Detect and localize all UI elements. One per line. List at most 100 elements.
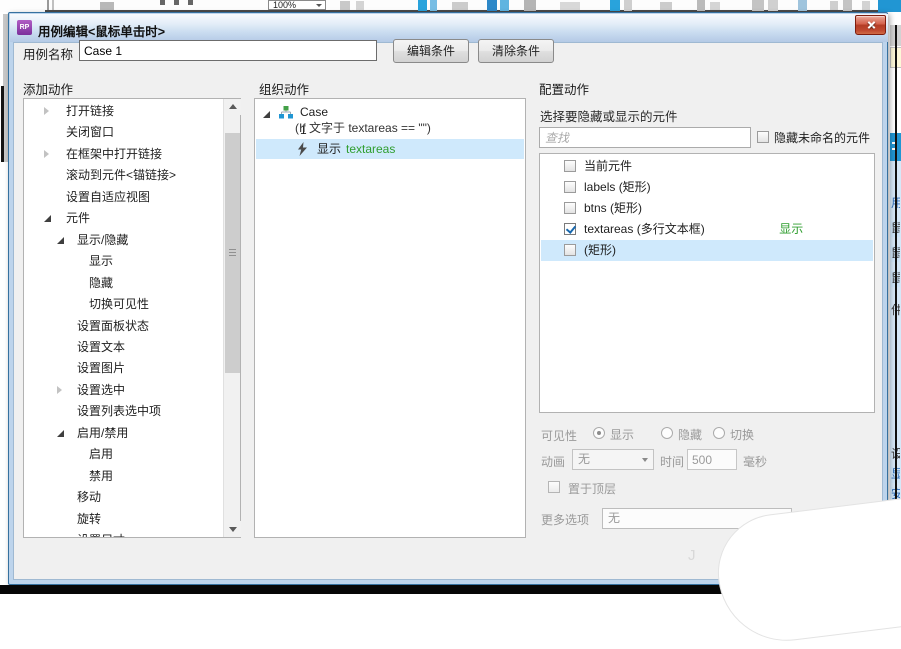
expand-arrow-icon[interactable]: [57, 386, 62, 394]
edit-condition-button[interactable]: 编辑条件: [393, 39, 469, 63]
scroll-up-button[interactable]: [224, 99, 241, 115]
tree-item[interactable]: 关闭窗口: [24, 122, 223, 143]
visibility-option-label: 隐藏: [678, 426, 702, 443]
zoom-level-dropdown: 100%: [268, 0, 326, 10]
tree-item[interactable]: 设置面板状态: [24, 316, 223, 337]
widget-row[interactable]: (矩形): [541, 240, 873, 261]
case-name-input[interactable]: [79, 40, 377, 61]
toolbar-icon-fragment: [610, 0, 620, 11]
widget-row[interactable]: btns (矩形): [541, 198, 873, 219]
tree-item-label: 隐藏: [89, 273, 113, 294]
animation-label: 动画: [541, 453, 565, 470]
collapse-arrow-icon[interactable]: [57, 430, 64, 437]
bring-to-front-checkbox[interactable]: [548, 481, 560, 493]
tree-item[interactable]: 显示: [24, 251, 223, 272]
toolbar-icon-fragment: [878, 0, 901, 12]
expand-arrow-icon[interactable]: [44, 150, 49, 158]
tree-item[interactable]: 设置选中: [24, 380, 223, 401]
tree-item-label: 显示: [89, 251, 113, 272]
axure-rp-icon: RP: [17, 20, 32, 35]
tree-item[interactable]: 在框架中打开链接: [24, 144, 223, 165]
tree-item-label: 禁用: [89, 466, 113, 487]
widget-checkbox-checked[interactable]: [564, 223, 576, 235]
configure-actions-header: 配置动作: [539, 79, 589, 98]
hide-unnamed-checkbox[interactable]: [757, 131, 769, 143]
tree-item[interactable]: 设置文本: [24, 337, 223, 358]
background-toolbar: 100%: [0, 0, 901, 12]
tree-item[interactable]: 设置图片: [24, 358, 223, 379]
visibility-radio-3[interactable]: [713, 427, 725, 439]
toolbar-icon-fragment: [452, 2, 468, 10]
time-input[interactable]: [687, 449, 737, 470]
widget-checkbox[interactable]: [564, 202, 576, 214]
toolbar-icon-fragment: [356, 1, 364, 10]
toolbar-icon-fragment: [752, 0, 764, 11]
search-input[interactable]: [539, 127, 751, 148]
tree-item[interactable]: 启用/禁用: [24, 423, 223, 444]
clear-condition-button[interactable]: 清除条件: [478, 39, 554, 63]
tree-item[interactable]: 移动: [24, 487, 223, 508]
visibility-radio-2[interactable]: [661, 427, 673, 439]
widget-label: labels (矩形): [584, 177, 651, 198]
widget-list: 当前元件labels (矩形)btns (矩形)textareas (多行文本框…: [539, 153, 875, 413]
chevron-down-icon: [316, 4, 322, 7]
collapse-arrow-icon[interactable]: [57, 237, 64, 244]
expand-arrow-icon[interactable]: [263, 111, 270, 118]
tree-item-label: 设置列表选中项: [77, 401, 161, 422]
time-unit-label: 毫秒: [743, 453, 767, 470]
tree-item[interactable]: 设置自适应视图: [24, 187, 223, 208]
toolbar-icon-fragment: [768, 0, 778, 11]
toolbar-icon-fragment: [798, 0, 807, 11]
widget-row[interactable]: textareas (多行文本框)显示: [541, 219, 873, 240]
visibility-option-label: 显示: [610, 426, 634, 443]
tree-item-label: 移动: [77, 487, 101, 508]
tree-item[interactable]: 设置尺寸: [24, 530, 223, 537]
toolbar-icon-fragment: [862, 1, 870, 10]
toolbar-icon-fragment: [830, 1, 838, 10]
selected-action-row[interactable]: 显示 textareas: [256, 139, 524, 159]
tree-scrollbar[interactable]: [223, 99, 240, 537]
tree-item[interactable]: 启用: [24, 444, 223, 465]
toolbar-icon-fragment: [340, 1, 350, 10]
action-target: textareas: [346, 139, 395, 159]
widget-checkbox[interactable]: [564, 244, 576, 256]
bring-to-front-label: 置于顶层: [568, 480, 616, 497]
widget-checkbox[interactable]: [564, 160, 576, 172]
expand-arrow-icon[interactable]: [44, 107, 49, 115]
case-name-label: 用例名称: [23, 44, 73, 66]
dialog-titlebar[interactable]: RP 用例编辑<鼠标单击时>: [10, 14, 888, 42]
toolbar-icon-fragment: [524, 0, 536, 11]
visibility-radio-1[interactable]: [593, 427, 605, 439]
widget-row[interactable]: 当前元件: [541, 156, 873, 177]
tree-item[interactable]: 打开链接: [24, 101, 223, 122]
tree-item[interactable]: 设置列表选中项: [24, 401, 223, 422]
tree-item[interactable]: 元件: [24, 208, 223, 229]
tree-item[interactable]: 切换可见性: [24, 294, 223, 315]
animation-dropdown[interactable]: 无: [572, 449, 654, 470]
collapse-arrow-icon[interactable]: [44, 215, 51, 222]
tree-item-label: 设置图片: [77, 358, 125, 379]
tree-item-label: 设置选中: [77, 380, 125, 401]
tree-item-label: 旋转: [77, 509, 101, 530]
tree-item-label: 滚动到元件<锚链接>: [66, 165, 176, 186]
widget-row[interactable]: labels (矩形): [541, 177, 873, 198]
action-verb: 显示: [317, 139, 341, 159]
tree-item[interactable]: 隐藏: [24, 273, 223, 294]
toolbar-icon-fragment: [487, 0, 497, 11]
add-actions-panel: 打开链接关闭窗口在框架中打开链接滚动到元件<锚链接>设置自适应视图元件显示/隐藏…: [23, 98, 241, 538]
tree-item[interactable]: 旋转: [24, 509, 223, 530]
toolbar-icon-fragment: [52, 0, 54, 10]
visibility-option-label: 切换: [730, 426, 754, 443]
more-options-value: 无: [608, 511, 620, 525]
toolbar-icon-fragment: [418, 0, 427, 11]
widget-label: textareas (多行文本框): [584, 219, 705, 240]
close-button[interactable]: [855, 15, 886, 35]
tree-item[interactable]: 显示/隐藏: [24, 230, 223, 251]
tree-item[interactable]: 禁用: [24, 466, 223, 487]
tree-item[interactable]: 滚动到元件<锚链接>: [24, 165, 223, 186]
tree-item-label: 启用/禁用: [77, 423, 128, 444]
scrollbar-thumb[interactable]: [225, 133, 240, 373]
animation-value: 无: [578, 452, 590, 466]
scroll-down-button[interactable]: [224, 521, 241, 537]
widget-checkbox[interactable]: [564, 181, 576, 193]
